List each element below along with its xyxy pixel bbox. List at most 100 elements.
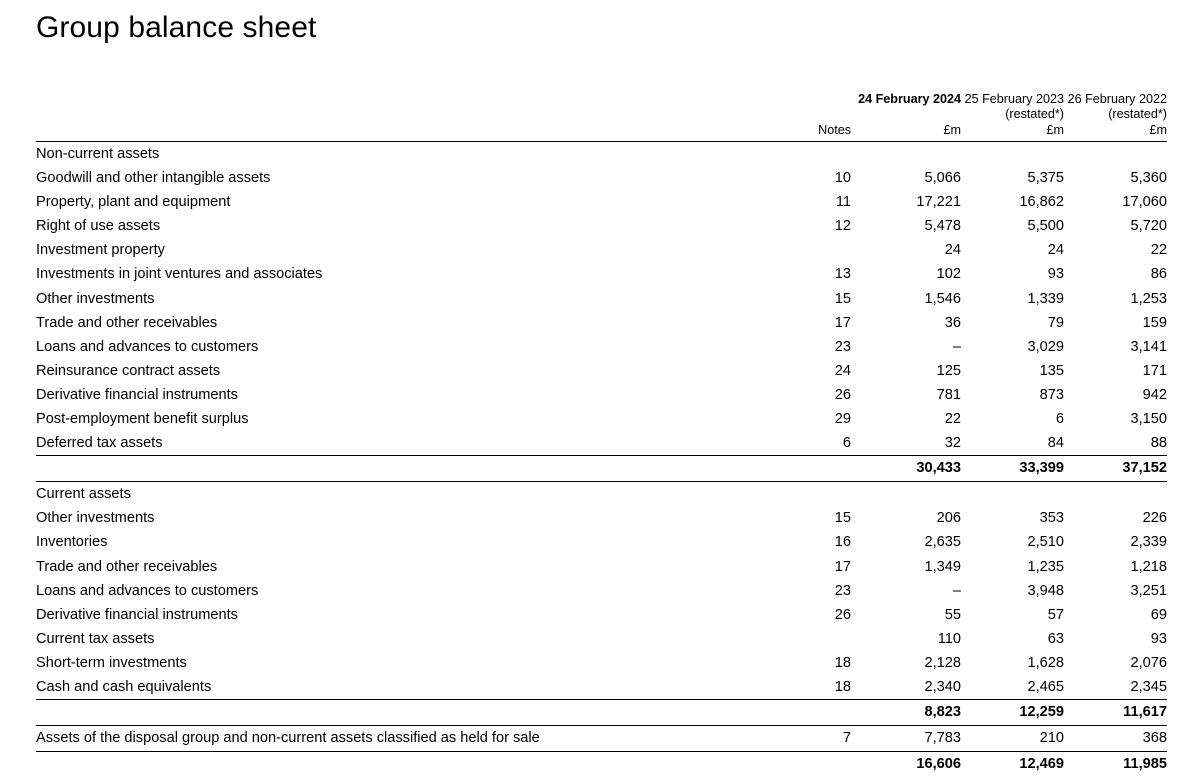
section-heading-row: Non-current assets (36, 142, 1167, 167)
row-value-2024: 22 (944, 411, 961, 428)
row-value-2023: 1,235 (1027, 558, 1064, 575)
page-title: Group balance sheet (36, 11, 317, 44)
row-value-2023: 2,465 (1027, 678, 1064, 695)
table-row: Post-employment benefit surplus 29 22 6 … (36, 407, 1167, 431)
held-for-sale-2024: 7,783 (924, 730, 961, 747)
row-label: Derivative financial instruments (36, 606, 238, 623)
row-value-2022: 2,076 (1130, 654, 1167, 671)
row-value-2023: 3,029 (1027, 338, 1064, 355)
row-label: Investments in joint ventures and associ… (36, 266, 323, 283)
section-heading-notes (775, 482, 851, 507)
row-value-2024: 781 (936, 386, 961, 403)
section-heading-v1 (851, 482, 961, 507)
section-heading-non-current-assets: Non-current assets (36, 146, 160, 162)
row-label: Short-term investments (36, 654, 187, 671)
section-total-2022: 37,152 (1122, 460, 1167, 477)
row-label: Investment property (36, 242, 165, 259)
section-total-2023: 33,399 (1019, 460, 1064, 477)
row-notes: 24 (834, 362, 851, 379)
table-row: Other investments 15 206 353 226 (36, 506, 1167, 530)
row-label: Derivative financial instruments (36, 386, 238, 403)
table-row: Investments in joint ventures and associ… (36, 262, 1167, 286)
held-for-sale-row: Assets of the disposal group and non-cur… (36, 726, 1167, 752)
balance-sheet-table: 24 February 2024 25 February 2023 26 Feb… (36, 92, 1167, 777)
section-heading-v3 (1064, 142, 1167, 167)
grand-total-notes (775, 752, 851, 777)
row-value-2023: 5,500 (1027, 218, 1064, 235)
row-value-2024: 5,066 (924, 170, 961, 187)
row-notes: 18 (834, 654, 851, 671)
row-notes: 13 (834, 266, 851, 283)
row-value-2023: 2,510 (1027, 534, 1064, 551)
table-row: Inventories 16 2,635 2,510 2,339 (36, 530, 1167, 554)
table-row: Loans and advances to customers 23 – 3,9… (36, 579, 1167, 603)
row-label: Trade and other receivables (36, 314, 218, 331)
row-value-2022: 1,253 (1130, 290, 1167, 307)
table-row: Derivative financial instruments 26 55 5… (36, 603, 1167, 627)
row-value-2023: 1,339 (1027, 290, 1064, 307)
row-notes: 26 (834, 606, 851, 623)
row-value-2022: 159 (1142, 314, 1167, 331)
row-value-2023: 1,628 (1027, 654, 1064, 671)
row-value-2023: 93 (1047, 266, 1064, 283)
row-value-2022: 226 (1142, 510, 1167, 527)
row-notes (775, 627, 851, 651)
header-col2-date: 25 February 2023 (964, 92, 1064, 106)
table-row: Investment property 24 24 22 (36, 238, 1167, 262)
row-notes: 12 (834, 218, 851, 235)
header-spacer-2 (36, 107, 775, 122)
row-value-2024: 206 (936, 510, 961, 527)
row-value-2023: 3,948 (1027, 582, 1064, 599)
row-label: Trade and other receivables (36, 558, 218, 575)
section-total-2023: 12,259 (1019, 704, 1064, 721)
grand-total-label (36, 752, 775, 777)
row-value-2024: – (952, 582, 961, 599)
section-total-2024: 8,823 (924, 704, 961, 721)
header-col1-restated (851, 107, 961, 122)
row-value-2023: 6 (1055, 411, 1064, 428)
row-value-2022: 88 (1150, 435, 1167, 452)
section-total-row: 8,823 12,259 11,617 (36, 700, 1167, 726)
row-value-2024: 110 (937, 630, 961, 647)
table-row: Goodwill and other intangible assets 10 … (36, 166, 1167, 190)
table-row: Derivative financial instruments 26 781 … (36, 383, 1167, 407)
section-heading-v3 (1064, 482, 1167, 507)
section-heading-v2 (961, 142, 1064, 167)
section-total-row: 30,433 33,399 37,152 (36, 456, 1167, 482)
row-value-2022: 942 (1142, 386, 1167, 403)
table-row: Other investments 15 1,546 1,339 1,253 (36, 287, 1167, 311)
header-notes-spacer (775, 92, 851, 107)
row-label: Right of use assets (36, 218, 161, 235)
row-label: Loans and advances to customers (36, 582, 259, 599)
row-value-2024: 1,546 (924, 290, 961, 307)
balance-sheet-table-wrapper: 24 February 2024 25 February 2023 26 Feb… (36, 92, 1167, 777)
row-notes: 6 (842, 435, 851, 452)
balance-sheet-page: Group balance sheet 24 February 2024 25 … (0, 0, 1198, 772)
grand-total-row: 16,606 12,469 11,985 (36, 752, 1167, 777)
row-value-2022: 1,218 (1130, 558, 1167, 575)
row-label: Inventories (36, 534, 108, 551)
row-value-2023: 79 (1047, 314, 1064, 331)
row-label: Property, plant and equipment (36, 194, 231, 211)
row-value-2024: 36 (944, 314, 961, 331)
section-heading-row: Current assets (36, 482, 1167, 507)
table-row: Reinsurance contract assets 24 125 135 1… (36, 359, 1167, 383)
row-notes: 26 (834, 386, 851, 403)
header-col2-restated: (restated*) (1005, 107, 1064, 121)
row-notes: 10 (834, 170, 851, 187)
row-notes: 11 (835, 194, 851, 211)
row-value-2024: 102 (936, 266, 961, 283)
row-value-2023: 135 (1039, 362, 1064, 379)
section-heading-v2 (961, 482, 1064, 507)
row-value-2024: 2,635 (924, 534, 961, 551)
row-value-2024: 5,478 (924, 218, 961, 235)
header-col3-unit: £m (1149, 123, 1168, 137)
section-total-label (36, 700, 775, 726)
held-for-sale-2023: 210 (1039, 730, 1064, 747)
row-value-2024: 17,221 (916, 194, 961, 211)
row-value-2023: 5,375 (1027, 170, 1064, 187)
row-label: Loans and advances to customers (36, 338, 259, 355)
row-label: Other investments (36, 510, 155, 527)
header-col3-restated: (restated*) (1108, 107, 1167, 121)
table-header-dates: 24 February 2024 25 February 2023 26 Feb… (36, 92, 1167, 107)
